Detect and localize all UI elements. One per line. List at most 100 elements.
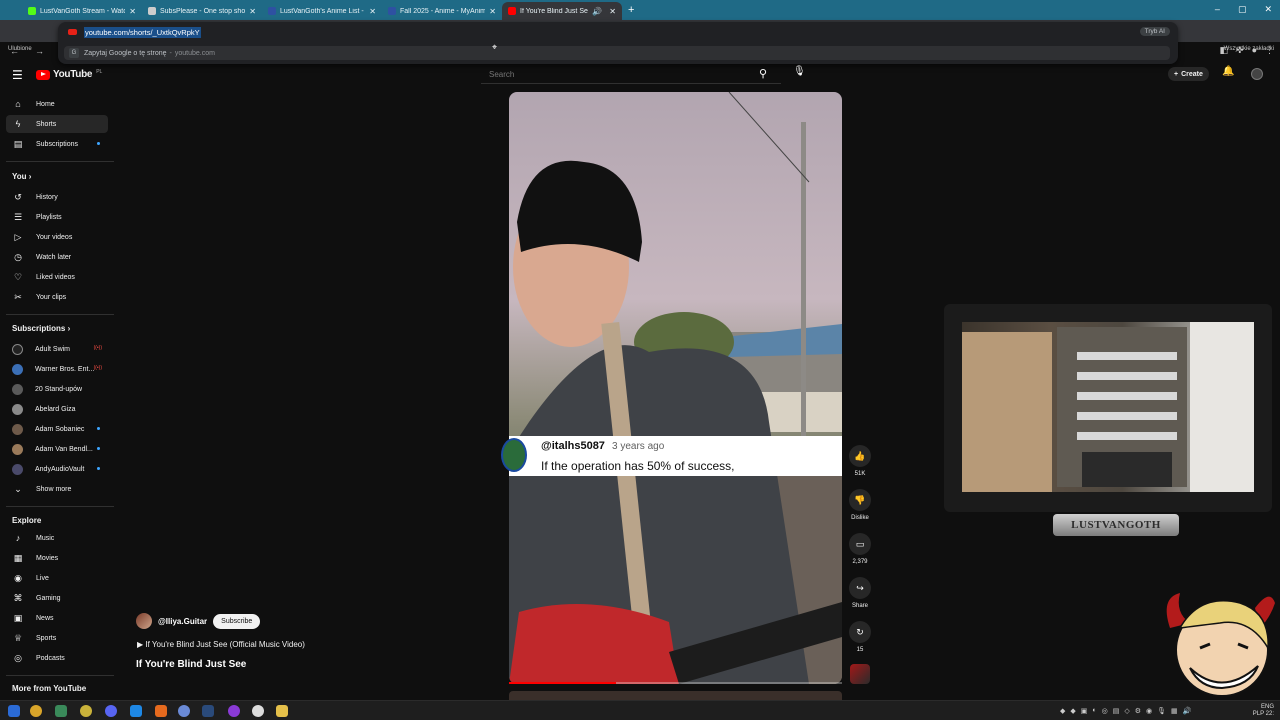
comment-username: @italhs5087 — [541, 440, 605, 452]
search-input[interactable] — [481, 70, 746, 79]
close-icon[interactable]: ✕ — [249, 7, 256, 16]
close-icon[interactable]: ✕ — [609, 7, 616, 16]
subscriptions-heading[interactable]: Subscriptions › — [12, 324, 70, 333]
short-video-player[interactable] — [509, 92, 842, 684]
file-explorer-icon[interactable] — [276, 705, 288, 717]
tray-icon[interactable]: ◇ — [1124, 707, 1129, 715]
sidebar-item-your-clips[interactable]: ✂ Your clips — [6, 288, 108, 306]
browser-tab[interactable]: LustVanGoth Stream - Watch Liv✕ — [22, 2, 142, 20]
music-link[interactable]: ▶ If You're Blind Just See (Official Mus… — [137, 640, 305, 649]
sidebar-item-live[interactable]: ◉ Live — [6, 569, 108, 587]
sidebar-sub-item[interactable]: Warner Bros. Ent... ((•)) — [6, 360, 108, 378]
app-icon[interactable] — [130, 705, 142, 717]
sidebar-sub-item[interactable]: Adult Swim ((•)) — [6, 340, 108, 358]
account-avatar[interactable] — [1251, 68, 1263, 80]
channel-name[interactable]: @Iliya.Guitar — [158, 617, 207, 626]
sidebar-item-playlists[interactable]: ☰ Playlists — [6, 208, 108, 226]
windows-start-icon[interactable] — [8, 705, 20, 717]
youtube-favicon-icon — [508, 7, 516, 15]
close-window-icon[interactable]: ✕ — [1264, 4, 1272, 15]
close-icon[interactable]: ✕ — [129, 7, 136, 16]
tray-icon[interactable]: ▤ — [1113, 707, 1120, 715]
video-progress-bar[interactable] — [509, 682, 842, 684]
tray-icon[interactable]: ◎ — [1102, 707, 1108, 715]
browser-tab[interactable]: Fall 2025 - Anime - MyAnimeLi✕ — [382, 2, 502, 20]
network-icon[interactable]: ▦ — [1171, 707, 1178, 715]
sidebar-item-liked-videos[interactable]: ♡ Liked videos — [6, 268, 108, 286]
speaker-icon[interactable]: 🔊 — [592, 7, 602, 16]
new-tab-button[interactable]: + — [628, 4, 634, 16]
browser-tab[interactable]: LustVanGoth's Anime List - My✕ — [262, 2, 382, 20]
all-bookmarks[interactable]: Wszystkie zakładki — [1224, 46, 1274, 52]
dislike-button[interactable]: 👎 Dislike — [846, 489, 874, 521]
comments-button[interactable]: ▭ 2,379 — [846, 533, 874, 565]
notifications-bell-icon[interactable]: 🔔 — [1222, 66, 1234, 77]
sidebar-item-news[interactable]: ▣ News — [6, 609, 108, 627]
sidebar-item-watch-later[interactable]: ◷ Watch later — [6, 248, 108, 266]
ai-mode-button[interactable]: Tryb AI — [1139, 27, 1170, 36]
your-videos-icon: ▷ — [14, 231, 22, 242]
youtube-logo[interactable]: YouTube PL — [36, 69, 102, 80]
sidebar-item-subscriptions[interactable]: ▤ Subscriptions — [6, 135, 108, 153]
omnibox-suggestion[interactable]: G Zapytaj Google o tę stronę - youtube.c… — [64, 46, 1170, 60]
steam-icon[interactable] — [202, 705, 214, 717]
tray-icon[interactable]: ⚙ — [1135, 707, 1141, 715]
sidebar-item-sports[interactable]: ♕ Sports — [6, 629, 108, 647]
sidebar-sub-item[interactable]: Adam Van Bendl... — [6, 440, 108, 458]
browser-tab[interactable]: SubsPlease - One stop shop for✕ — [142, 2, 262, 20]
bookmarks-bar-left[interactable]: Ulubione — [8, 46, 32, 52]
tray-icon[interactable]: ◆ — [1070, 707, 1075, 715]
sidebar-sub-item[interactable]: Adam Sobaniec — [6, 420, 108, 438]
next-short-preview — [509, 691, 842, 700]
subscribe-button[interactable]: Subscribe — [213, 613, 261, 629]
close-icon[interactable]: ✕ — [489, 7, 496, 16]
maximize-icon[interactable]: ▢ — [1238, 4, 1247, 15]
app-icon[interactable] — [228, 705, 240, 717]
tray-icon[interactable]: ◉ — [1146, 707, 1152, 715]
sidebar-sub-item[interactable]: 20 Stand-upów — [6, 380, 108, 398]
comment-text: If the operation has 50% of success, — [541, 459, 735, 473]
discord-icon[interactable] — [105, 705, 117, 717]
vlc-icon[interactable] — [155, 705, 167, 717]
address-bar-input[interactable]: youtube.com/shorts/_UxtkQvRpkY — [84, 27, 201, 38]
share-button[interactable]: ↪ Share — [846, 577, 874, 609]
tray-icon[interactable]: ▣ — [1081, 707, 1088, 715]
app-icon[interactable] — [80, 705, 92, 717]
app-icon[interactable] — [252, 705, 264, 717]
sidebar-item-podcasts[interactable]: ◎ Podcasts — [6, 649, 108, 667]
sidebar-item-your-videos[interactable]: ▷ Your videos — [6, 228, 108, 246]
close-icon[interactable]: ✕ — [369, 7, 376, 16]
browser-tab-active[interactable]: If You're Blind Just See - You🔊✕ — [502, 2, 622, 20]
hamburger-menu-icon[interactable]: ☰ — [12, 68, 23, 82]
sidebar-sub-item[interactable]: Abelard Giza — [6, 400, 108, 418]
channel-avatar[interactable] — [136, 613, 152, 629]
volume-icon[interactable]: 🔊 — [1183, 707, 1192, 715]
sidebar-item-movies[interactable]: ▦ Movies — [6, 549, 108, 567]
search-icon[interactable]: ⚲ — [759, 67, 767, 80]
tray-icon[interactable]: ◆ — [1060, 707, 1065, 715]
remix-button[interactable]: ↻ 15 — [846, 621, 874, 653]
sidebar-item-gaming[interactable]: ⌘ Gaming — [6, 589, 108, 607]
sidebar-item-shorts[interactable]: ϟ Shorts — [6, 115, 108, 133]
forward-icon[interactable]: → — [35, 46, 44, 57]
create-button[interactable]: + Create — [1168, 67, 1209, 81]
sidebar-item-music[interactable]: ♪ Music — [6, 529, 108, 547]
microphone-icon[interactable]: 🎙 — [793, 66, 806, 77]
app-icon[interactable] — [55, 705, 67, 717]
sidebar-item-history[interactable]: ↺ History — [6, 188, 108, 206]
sidebar-sub-item[interactable]: AndyAudioVault — [6, 460, 108, 478]
channel-row: @Iliya.Guitar Subscribe — [136, 613, 261, 629]
show-more-button[interactable]: ⌄ Show more — [6, 480, 108, 498]
thumbs-up-icon: 👍 — [849, 445, 871, 467]
microphone-icon[interactable]: 🎙 — [1157, 707, 1166, 715]
sidebar-item-home[interactable]: ⌂ Home — [6, 95, 108, 113]
minimize-icon[interactable]: – — [1215, 4, 1220, 15]
suggestion-domain: youtube.com — [174, 49, 215, 57]
tray-clock[interactable]: ENG PLP 22: — [1253, 704, 1274, 718]
like-button[interactable]: 👍 51K — [846, 445, 874, 477]
app-icon[interactable] — [178, 705, 190, 717]
tray-icon[interactable]: ◐ — [1092, 707, 1096, 715]
you-heading[interactable]: You › — [12, 172, 31, 181]
chrome-icon[interactable] — [30, 705, 42, 717]
sound-thumbnail[interactable] — [850, 664, 870, 684]
